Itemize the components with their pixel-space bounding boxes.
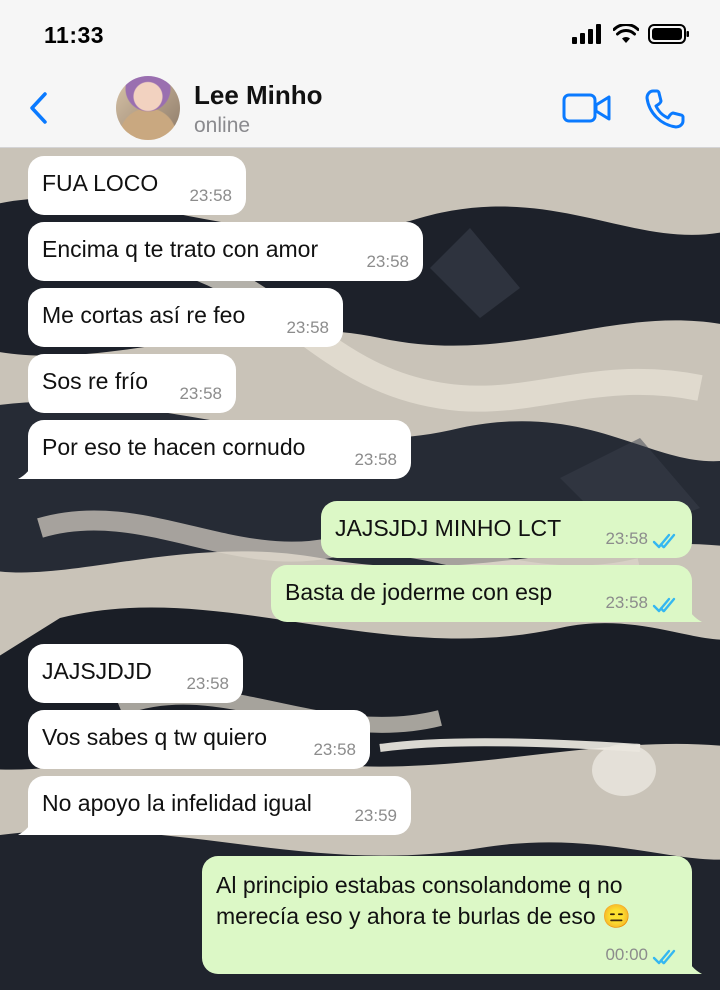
message-text: Me cortas así re feo: [42, 302, 246, 328]
message-bubble-incoming[interactable]: Encima q te trato con amor 23:58: [28, 222, 423, 281]
bubble-tail: [686, 958, 702, 974]
message-bubble-outgoing[interactable]: JAJSJDJ MINHO LCT 23:58: [321, 501, 692, 558]
message-bubble-incoming[interactable]: Por eso te hacen cornudo 23:58: [18, 420, 411, 479]
message-time: 23:58: [313, 740, 356, 759]
status-time: 11:33: [44, 22, 105, 48]
chevron-left-icon: [30, 92, 47, 124]
message-text: Basta de joderme con esp: [285, 579, 553, 605]
message-text: Vos sabes q tw quiero: [42, 724, 268, 750]
message-text: JAJSJDJD: [42, 658, 152, 684]
bubble-tail: [686, 606, 702, 622]
chat-area[interactable]: FUA LOCO 23:58 Encima q te trato con amo…: [0, 148, 720, 990]
video-camera-icon: [562, 93, 611, 123]
message-text: Encima q te trato con amor: [42, 236, 319, 262]
wifi-icon: [613, 24, 639, 43]
avatar[interactable]: [116, 76, 180, 140]
message-bubble-outgoing[interactable]: Al principio estabas consolandome q no m…: [202, 856, 702, 974]
message-time: 23:58: [605, 593, 648, 612]
battery-icon: [648, 24, 689, 44]
video-call-button[interactable]: [562, 92, 612, 124]
message-time: 00:00: [605, 945, 648, 964]
message-text: Al principio estabas consolandome q no m…: [216, 872, 631, 929]
message-time: 23:58: [366, 252, 409, 271]
contact-status: online: [194, 114, 251, 137]
double-check-icon: [652, 597, 676, 613]
back-button[interactable]: [22, 88, 54, 128]
message-time: 23:58: [189, 186, 232, 205]
message-time: 23:58: [186, 674, 229, 693]
contact-name[interactable]: Lee Minho: [194, 80, 323, 111]
status-icons: [572, 24, 690, 44]
status-bar: 11:33: [0, 0, 720, 70]
message-text: Sos re frío: [42, 368, 149, 394]
message-bubble-incoming[interactable]: Me cortas así re feo 23:58: [28, 288, 343, 347]
bubble-tail: [18, 463, 34, 479]
message-time: 23:58: [179, 384, 222, 403]
message-bubble-incoming[interactable]: Vos sabes q tw quiero 23:58: [28, 710, 370, 769]
double-check-icon: [652, 533, 676, 549]
phone-icon: [645, 89, 685, 129]
message-time: 23:58: [354, 450, 397, 469]
chat-header: Lee Minho online: [0, 70, 720, 148]
message-bubble-outgoing[interactable]: Basta de joderme con esp 23:58: [271, 565, 702, 622]
message-text: Por eso te hacen cornudo: [42, 434, 306, 460]
voice-call-button[interactable]: [644, 88, 686, 130]
message-text: No apoyo la infelidad igual: [42, 790, 312, 816]
message-text: FUA LOCO: [42, 170, 159, 196]
message-bubble-incoming[interactable]: FUA LOCO 23:58: [28, 156, 246, 215]
message-bubble-incoming[interactable]: Sos re frío 23:58: [28, 354, 236, 413]
message-text: JAJSJDJ MINHO LCT: [335, 515, 562, 541]
signal-icon: [572, 24, 601, 44]
message-time: 23:59: [354, 806, 397, 825]
bubble-tail: [18, 819, 34, 835]
message-bubble-incoming[interactable]: No apoyo la infelidad igual 23:59: [18, 776, 411, 835]
double-check-icon: [652, 949, 676, 965]
message-time: 23:58: [286, 318, 329, 337]
message-time: 23:58: [605, 529, 648, 548]
message-bubble-incoming[interactable]: JAJSJDJD 23:58: [28, 644, 243, 703]
